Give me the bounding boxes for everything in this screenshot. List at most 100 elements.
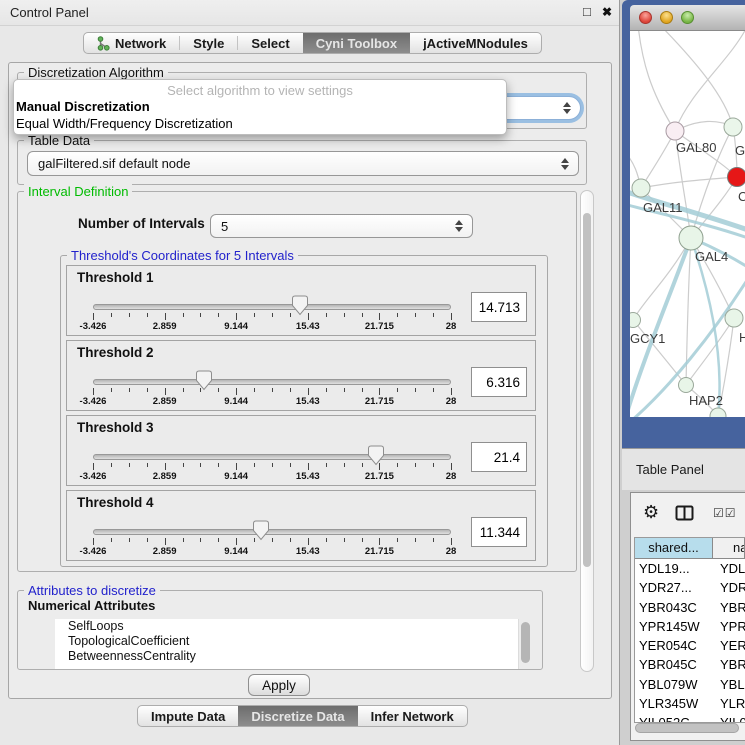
tab-cyni-toolbox[interactable]: Cyni Toolbox bbox=[303, 33, 410, 53]
slider-track[interactable] bbox=[93, 379, 451, 385]
slider-tick-label: -3.426 bbox=[71, 321, 115, 332]
network-node-GCY1[interactable] bbox=[630, 313, 641, 328]
slider-tick-label: 28 bbox=[429, 321, 473, 332]
network-node-label: GAL11 bbox=[643, 200, 683, 215]
tab-select[interactable]: Select bbox=[238, 33, 302, 53]
network-view-window: GAL80GACGAL11GAL4GCY1HHAP2 bbox=[622, 0, 745, 448]
tab-infer-network[interactable]: Infer Network bbox=[358, 706, 467, 726]
table-data-combobox[interactable]: galFiltered.sif default node bbox=[27, 151, 579, 176]
slider-tick bbox=[272, 313, 273, 317]
slider-track[interactable] bbox=[93, 529, 451, 535]
network-node-GAL80[interactable] bbox=[666, 122, 684, 140]
group-title: Discretization Algorithm bbox=[24, 65, 168, 80]
slider-tick bbox=[362, 538, 363, 542]
table-row[interactable]: YIL052CYIL0 bbox=[635, 713, 745, 723]
slider-tick bbox=[290, 463, 291, 467]
table-cell: YLR3 bbox=[713, 694, 745, 713]
tab-network[interactable]: Network bbox=[84, 33, 179, 53]
slider-tick bbox=[183, 463, 184, 467]
table-row[interactable]: YBR043CYBR0 bbox=[635, 598, 745, 617]
slider-tick bbox=[254, 388, 255, 392]
scrollbar-thumb[interactable] bbox=[583, 213, 591, 567]
table-panel-title: Table Panel bbox=[636, 462, 704, 477]
close-traffic-button[interactable] bbox=[639, 11, 652, 24]
slider-thumb[interactable] bbox=[291, 295, 309, 316]
slider-thumb[interactable] bbox=[367, 445, 385, 466]
network-node-C[interactable] bbox=[728, 168, 745, 187]
table-header-cell[interactable]: na bbox=[713, 538, 745, 558]
threshold-value-input[interactable] bbox=[471, 367, 527, 397]
slider-tick bbox=[183, 538, 184, 542]
dropdown-options: Manual DiscretizationEqual Width/Frequen… bbox=[14, 98, 506, 132]
scrollbar-thumb[interactable] bbox=[635, 723, 739, 733]
slider-thumb-shape bbox=[196, 371, 211, 390]
numerical-attributes-list[interactable]: SelfLoopsTopologicalCoefficientBetweenne… bbox=[55, 619, 518, 669]
tab-style[interactable]: Style bbox=[180, 33, 237, 53]
threshold-value-input[interactable] bbox=[471, 517, 527, 547]
slider-track[interactable] bbox=[93, 454, 451, 460]
attribute-list-item[interactable]: BetweennessCentrality bbox=[55, 649, 518, 664]
threshold-value-input[interactable] bbox=[471, 292, 527, 322]
table-header-cell[interactable]: shared... bbox=[635, 538, 713, 558]
slider-tick bbox=[111, 463, 112, 467]
network-edge bbox=[660, 31, 733, 127]
control-panel-titlebar: Control Panel □ ✖ bbox=[0, 0, 619, 26]
table-row[interactable]: YER054CYER0 bbox=[635, 636, 745, 655]
tab-label: Discretize Data bbox=[251, 709, 344, 724]
slider-track[interactable] bbox=[93, 304, 451, 310]
cyni-toolbox-panel: Discretization Algorithm Select algorith… bbox=[8, 62, 612, 699]
group-title: Table Data bbox=[24, 133, 94, 148]
window-title: Control Panel bbox=[10, 5, 89, 20]
table-row[interactable]: YDL19...YDL1 bbox=[635, 559, 745, 578]
table-cell: YPR1 bbox=[713, 617, 745, 636]
dropdown-option[interactable]: Manual Discretization bbox=[14, 98, 506, 115]
dropdown-option[interactable]: Equal Width/Frequency Discretization bbox=[14, 115, 506, 132]
slider-thumb[interactable] bbox=[195, 370, 213, 391]
network-node-GA[interactable] bbox=[724, 118, 742, 136]
table-row[interactable]: YDR27...YDR2 bbox=[635, 578, 745, 597]
float-window-icon[interactable]: □ bbox=[583, 4, 591, 19]
zoom-traffic-button[interactable] bbox=[681, 11, 694, 24]
table-row[interactable]: YPR145WYPR1 bbox=[635, 617, 745, 636]
tab-label: Impute Data bbox=[151, 709, 225, 724]
minimize-traffic-button[interactable] bbox=[660, 11, 673, 24]
network-node-HAP2[interactable] bbox=[679, 378, 694, 393]
close-icon[interactable]: ✖ bbox=[602, 5, 612, 19]
table-row[interactable]: YBL079WYBL0 bbox=[635, 675, 745, 694]
table-cell: YBR043C bbox=[635, 598, 713, 617]
table-panel: ⚙ ☑☑ shared...na YDL19...YDL1YDR27...YDR… bbox=[630, 492, 745, 741]
threshold-value-input[interactable] bbox=[471, 442, 527, 472]
tab-impute-data[interactable]: Impute Data bbox=[138, 706, 238, 726]
dropdown-prompt: Select algorithm to view settings bbox=[14, 83, 506, 98]
screen: Control Panel □ ✖ NetworkStyleSelectCyni… bbox=[0, 0, 745, 745]
network-node-label: GAL4 bbox=[695, 249, 728, 264]
slider-tick bbox=[308, 538, 309, 545]
slider-tick bbox=[254, 313, 255, 317]
slider-tick-label: 2.859 bbox=[143, 471, 187, 482]
slider-thumb[interactable] bbox=[252, 520, 270, 541]
attribute-list-item[interactable]: SelfLoops bbox=[55, 619, 518, 634]
slider-tick-label: 9.144 bbox=[214, 471, 258, 482]
attribute-list-item[interactable]: TopologicalCoefficient bbox=[55, 634, 518, 649]
slider-tick-label: 28 bbox=[429, 396, 473, 407]
network-node-H[interactable] bbox=[725, 309, 743, 327]
network-node-GAL4[interactable] bbox=[679, 226, 703, 250]
gear-icon[interactable]: ⚙ bbox=[643, 502, 659, 523]
tab-discretize-data[interactable]: Discretize Data bbox=[238, 706, 357, 726]
table-panel-header: Table Panel bbox=[622, 448, 745, 490]
split-columns-icon[interactable] bbox=[675, 505, 694, 521]
slider-tick-label: -3.426 bbox=[71, 396, 115, 407]
scrollbar-thumb[interactable] bbox=[521, 622, 530, 663]
table-row[interactable]: YBR045CYBR0 bbox=[635, 655, 745, 674]
slider-tick bbox=[344, 388, 345, 392]
apply-button[interactable]: Apply bbox=[248, 674, 310, 696]
slider-tick-label: 2.859 bbox=[143, 396, 187, 407]
slider-tick-label: 9.144 bbox=[214, 396, 258, 407]
number-of-intervals-combobox[interactable]: 5 bbox=[210, 214, 473, 238]
table-row[interactable]: YLR345WYLR3 bbox=[635, 694, 745, 713]
network-icon-node bbox=[98, 45, 103, 50]
network-canvas[interactable]: GAL80GACGAL11GAL4GCY1HHAP2 bbox=[630, 31, 745, 417]
network-node-GAL11[interactable] bbox=[632, 179, 650, 197]
tab-jactivemnodules[interactable]: jActiveMNodules bbox=[410, 33, 541, 53]
select-columns-checkboxes-icon[interactable]: ☑☑ bbox=[713, 506, 737, 520]
